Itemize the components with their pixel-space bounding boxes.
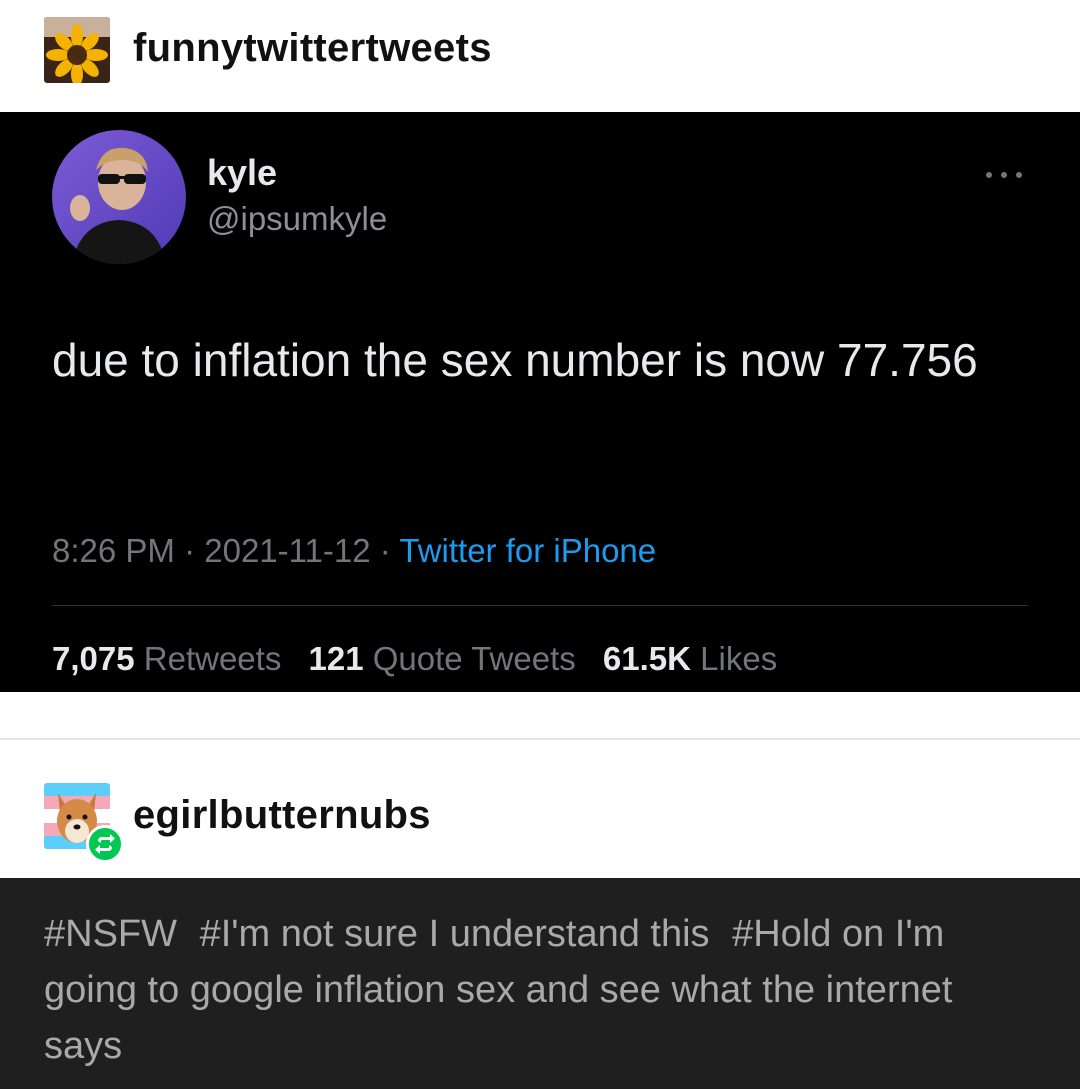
- tweet-meta: 8:26 PM · 2021-11-12 · Twitter for iPhon…: [52, 532, 656, 570]
- retweets-label: Retweets: [143, 640, 282, 677]
- blog-name[interactable]: funnytwittertweets: [133, 26, 492, 71]
- tags-section: #NSFW #I'm not sure I understand this #H…: [0, 878, 1080, 1089]
- likes-label: Likes: [700, 640, 778, 677]
- tweet-divider: [52, 605, 1028, 606]
- tags-list: #NSFW #I'm not sure I understand this #H…: [44, 906, 1034, 1074]
- tag-link[interactable]: #NSFW: [44, 913, 177, 955]
- tweet-handle: @ipsumkyle: [207, 200, 388, 237]
- tag-link[interactable]: #I'm not sure I understand this: [200, 913, 710, 955]
- likes-count: 61.5K: [602, 640, 691, 677]
- meta-separator: ·: [379, 532, 391, 569]
- meta-separator: ·: [184, 532, 196, 569]
- tweet-text: due to inflation the sex number is now 7…: [52, 334, 978, 386]
- tweet-source: Twitter for iPhone: [399, 532, 657, 569]
- tweet-avatar: [52, 130, 186, 264]
- tweet-display-name: kyle: [207, 152, 278, 193]
- more-options-icon: [986, 172, 1022, 178]
- tweet-date: 2021-11-12: [204, 532, 371, 569]
- reblog-header: egirlbutternubs: [0, 740, 1080, 878]
- tweet-time: 8:26 PM: [52, 532, 175, 569]
- retweets-count: 7,075: [52, 640, 135, 677]
- quote-tweets-label: Quote Tweets: [372, 640, 576, 677]
- reblog-blog-name[interactable]: egirlbutternubs: [133, 793, 431, 838]
- post-header: funnytwittertweets: [0, 0, 1080, 112]
- tweet-screenshot: kyle @ipsumkyle due to inflation the sex…: [0, 112, 1080, 692]
- tweet-stats: 7,075 Retweets 121 Quote Tweets 61.5K Li…: [52, 640, 777, 678]
- quote-tweets-count: 121: [308, 640, 364, 677]
- reblog-icon: [86, 825, 124, 863]
- blog-avatar-sunflower-icon[interactable]: [44, 17, 110, 83]
